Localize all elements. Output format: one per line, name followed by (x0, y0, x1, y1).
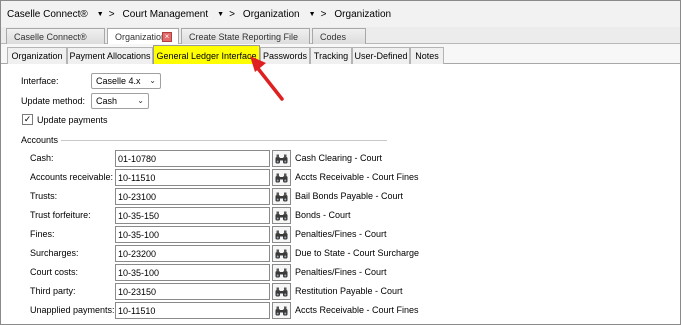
binoculars-icon (275, 211, 288, 220)
account-description: Restitution Payable - Court (295, 286, 403, 296)
account-row-label: Unapplied payments: (30, 305, 115, 315)
doc-tab-label: Caselle Connect® (14, 31, 87, 42)
account-lookup-button[interactable] (272, 302, 291, 319)
binoculars-icon (275, 173, 288, 182)
tab-general-ledger-interface[interactable]: General Ledger Interface (153, 45, 260, 65)
breadcrumb: Caselle Connect® ▼ > Court Management ▼ > … (1, 1, 680, 27)
account-lookup-button[interactable] (272, 226, 291, 243)
account-description: Accts Receivable - Court Fines (295, 172, 419, 182)
close-icon[interactable]: × (162, 32, 172, 42)
account-row-label: Cash: (30, 153, 54, 163)
account-description: Bail Bonds Payable - Court (295, 191, 404, 201)
account-row-label: Fines: (30, 229, 55, 239)
account-number-input[interactable]: 10-23150 (115, 283, 270, 300)
account-row-label: Third party: (30, 286, 76, 296)
breadcrumb-item-court-management[interactable]: Court Management (123, 9, 209, 20)
account-number-input[interactable]: 10-11510 (115, 169, 270, 186)
account-number-input[interactable]: 10-11510 (115, 302, 270, 319)
account-number-input[interactable]: 10-35-100 (115, 226, 270, 243)
interface-label: Interface: (21, 76, 59, 86)
sub-tab-bar: Organization Payment Allocations General… (1, 44, 680, 65)
account-number-input[interactable]: 10-35-100 (115, 264, 270, 281)
breadcrumb-item-organization[interactable]: Organization (243, 9, 300, 20)
breadcrumb-item-caselle-connect[interactable]: Caselle Connect® (7, 9, 88, 20)
account-description: Penalties/Fines - Court (295, 229, 387, 239)
account-number-input[interactable]: 10-23200 (115, 245, 270, 262)
account-lookup-button[interactable] (272, 264, 291, 281)
interface-select-value: Caselle 4.x (96, 76, 141, 86)
account-description: Cash Clearing - Court (295, 153, 383, 163)
doc-tab-label: Codes (320, 31, 347, 42)
checkmark-icon: ✓ (23, 114, 32, 124)
doc-tab-codes[interactable]: Codes (312, 28, 366, 44)
account-lookup-button[interactable] (272, 245, 291, 262)
binoculars-icon (275, 154, 288, 163)
account-row-label: Trust forfeiture: (30, 210, 91, 220)
binoculars-icon (275, 192, 288, 201)
tab-notes[interactable]: Notes (410, 47, 444, 64)
account-row-label: Surcharges: (30, 248, 79, 258)
accounts-group-title: Accounts (21, 135, 62, 145)
chevron-down-icon[interactable]: ▼ (217, 11, 224, 18)
doc-tab-label: Organization (115, 31, 167, 42)
account-number-input[interactable]: 10-23100 (115, 188, 270, 205)
breadcrumb-separator[interactable]: ▼ > (217, 9, 235, 20)
document-tab-bar: Caselle Connect® Organization × Create S… (1, 27, 680, 44)
update-method-select-value: Cash (96, 96, 118, 106)
account-description: Accts Receivable - Court Fines (295, 305, 419, 315)
account-row-label: Accounts receivable: (30, 172, 114, 182)
binoculars-icon (275, 230, 288, 239)
doc-tab-create-state-reporting-file[interactable]: Create State Reporting File (181, 28, 310, 44)
tab-tracking[interactable]: Tracking (310, 47, 352, 64)
interface-select[interactable]: Caselle 4.x ⌄ (91, 73, 161, 89)
update-method-select[interactable]: Cash ⌄ (91, 93, 149, 109)
account-lookup-button[interactable] (272, 150, 291, 167)
account-row-label: Trusts: (30, 191, 58, 201)
update-method-label: Update method: (21, 96, 86, 106)
chevron-down-icon[interactable]: ▼ (309, 11, 316, 18)
doc-tab-caselle-connect[interactable]: Caselle Connect® (6, 28, 105, 44)
account-number-input[interactable]: 10-35-150 (115, 207, 270, 224)
chevron-down-icon: ⌄ (137, 96, 144, 105)
account-lookup-button[interactable] (272, 283, 291, 300)
account-row-label: Court costs: (30, 267, 79, 277)
chevron-down-icon[interactable]: ▼ (97, 11, 104, 18)
update-payments-checkbox[interactable]: ✓ (22, 114, 33, 125)
accounts-group-divider (61, 140, 387, 141)
breadcrumb-separator[interactable]: ▼ > (309, 9, 327, 20)
doc-tab-organization[interactable]: Organization × (107, 28, 179, 44)
binoculars-icon (275, 287, 288, 296)
doc-tab-label: Create State Reporting File (189, 31, 299, 42)
breadcrumb-item-organization-current[interactable]: Organization (334, 9, 391, 20)
update-payments-label: Update payments (37, 115, 108, 125)
tab-organization[interactable]: Organization (7, 47, 67, 64)
tab-payment-allocations[interactable]: Payment Allocations (67, 47, 153, 64)
tab-user-defined[interactable]: User-Defined (352, 47, 410, 64)
chevron-down-icon: ⌄ (149, 76, 156, 85)
account-lookup-button[interactable] (272, 188, 291, 205)
account-description: Penalties/Fines - Court (295, 267, 387, 277)
account-number-input[interactable]: 01-10780 (115, 150, 270, 167)
account-lookup-button[interactable] (272, 169, 291, 186)
gl-interface-panel: Interface: Caselle 4.x ⌄ Update method: … (1, 64, 680, 324)
binoculars-icon (275, 249, 288, 258)
account-description: Bonds - Court (295, 210, 351, 220)
binoculars-icon (275, 306, 288, 315)
account-lookup-button[interactable] (272, 207, 291, 224)
breadcrumb-separator[interactable]: ▼ > (97, 9, 115, 20)
binoculars-icon (275, 268, 288, 277)
annotation-arrow-icon (250, 56, 284, 101)
account-description: Due to State - Court Surcharge (295, 248, 420, 258)
